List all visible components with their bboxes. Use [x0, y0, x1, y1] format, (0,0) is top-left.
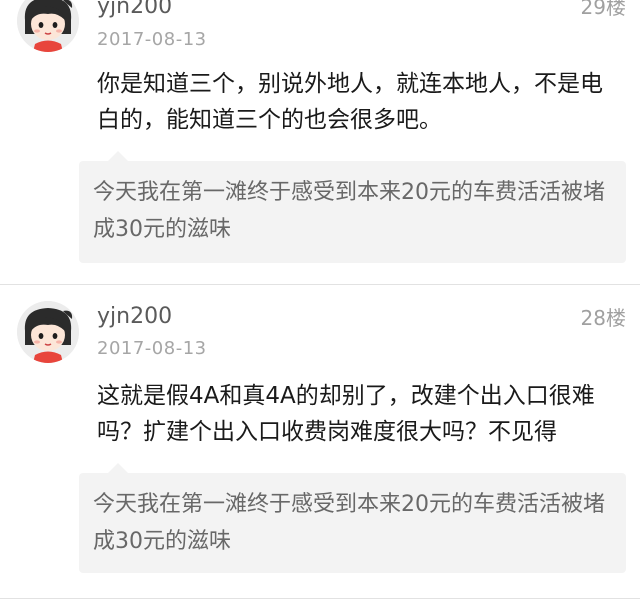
- username[interactable]: yjn200: [97, 0, 172, 20]
- comment-text: 你是知道三个，别说外地人，就连本地人，不是电白的，能知道三个的也会很多吧。: [97, 71, 603, 133]
- quoted-post[interactable]: 今天我在第一滩终于感受到本来20元的车费活活被堵成30元的滋味: [79, 161, 626, 263]
- comment-item: yjn200 28楼 2017-08-13 这就是假4A和真4A的却别了，改建个…: [0, 285, 640, 603]
- comment-text: 这就是假4A和真4A的却别了，改建个出入口很难吗？扩建个出入口收费岗难度很大吗？…: [97, 383, 595, 445]
- quote-pointer: [108, 463, 128, 473]
- username[interactable]: yjn200: [97, 304, 172, 330]
- girl-avatar-icon: [17, 0, 79, 52]
- divider: [0, 598, 640, 599]
- floor-number: 28楼: [580, 306, 626, 330]
- avatar[interactable]: [17, 0, 79, 52]
- avatar[interactable]: [17, 301, 79, 363]
- quoted-post[interactable]: 今天我在第一滩终于感受到本来20元的车费活活被堵成30元的滋味: [79, 473, 626, 573]
- comment-list: yjn200 29楼 2017-08-13 你是知道三个，别说外地人，就连本地人…: [0, 0, 640, 603]
- quote-pointer: [108, 151, 128, 161]
- comment-item: yjn200 29楼 2017-08-13 你是知道三个，别说外地人，就连本地人…: [0, 0, 640, 284]
- girl-avatar-icon: [17, 301, 79, 363]
- post-date: 2017-08-13: [97, 29, 207, 50]
- floor-number: 29楼: [580, 0, 626, 19]
- post-date: 2017-08-13: [97, 338, 207, 359]
